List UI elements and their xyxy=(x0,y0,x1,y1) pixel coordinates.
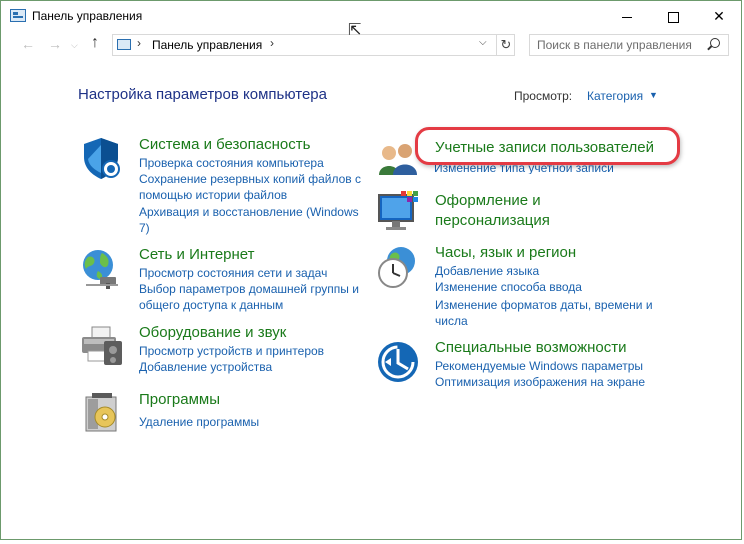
link-optimize-display[interactable]: Оптимизация изображения на экране xyxy=(435,374,645,390)
link-add-language[interactable]: Добавление языка xyxy=(435,263,539,279)
category-clock-language-title[interactable]: Часы, язык и регион xyxy=(435,244,576,261)
category-appearance-title[interactable]: Оформление и персонализация xyxy=(435,191,655,231)
refresh-icon[interactable]: ↻ xyxy=(496,35,515,55)
close-button[interactable]: ✕ xyxy=(696,1,742,31)
maximize-icon xyxy=(667,11,679,23)
address-dropdown-icon[interactable]: ⌵ xyxy=(479,37,487,48)
search-icon[interactable] xyxy=(710,38,720,48)
link-check-computer-status[interactable]: Проверка состояния компьютера xyxy=(139,155,324,171)
ease-of-access-icon[interactable] xyxy=(375,339,421,385)
category-system-security-title[interactable]: Система и безопасность xyxy=(139,136,310,153)
search-placeholder: Поиск в панели управления xyxy=(537,38,692,52)
category-hardware-sound-title[interactable]: Оборудование и звук xyxy=(139,324,286,341)
view-label: Просмотр: xyxy=(514,89,573,103)
link-backup-restore-windows7[interactable]: Архивация и восстановление (Windows 7) xyxy=(139,204,364,236)
view-by-dropdown[interactable]: Категория xyxy=(587,89,643,103)
title-bar[interactable]: Панель управления ✕ xyxy=(1,1,741,31)
category-ease-of-access-title[interactable]: Специальные возможности xyxy=(435,339,627,356)
back-arrow-icon[interactable]: ← xyxy=(21,36,35,52)
address-bar[interactable]: › Панель управления › ⌵ ↻ xyxy=(112,34,515,56)
link-homegroup-sharing[interactable]: Выбор параметров домашней группы и общег… xyxy=(139,281,367,313)
close-icon: ✕ xyxy=(713,8,725,24)
control-panel-window: Панель управления ✕ ← → ⌵ ↑ › Панель упр… xyxy=(0,0,742,540)
search-input[interactable]: Поиск в панели управления xyxy=(529,34,729,56)
printer-hardware-icon[interactable] xyxy=(78,323,124,369)
breadcrumb-separator-icon[interactable]: › xyxy=(270,36,274,50)
minimize-button[interactable] xyxy=(604,1,650,31)
link-uninstall-program[interactable]: Удаление программы xyxy=(139,414,259,430)
breadcrumb-separator-icon[interactable]: › xyxy=(137,36,141,50)
forward-arrow-icon[interactable]: → xyxy=(48,36,62,52)
category-network-internet-title[interactable]: Сеть и Интернет xyxy=(139,246,255,263)
breadcrumb-control-panel[interactable]: Панель управления xyxy=(152,38,262,52)
security-shield-icon[interactable] xyxy=(78,135,124,181)
navigation-bar: ← → ⌵ ↑ › Панель управления › ⌵ ↻ Поиск … xyxy=(1,31,741,59)
view-caret-icon[interactable]: ▼ xyxy=(649,90,658,100)
up-arrow-icon[interactable]: ↑ xyxy=(91,34,99,52)
minimize-icon xyxy=(622,16,632,18)
recent-locations-chevron-icon[interactable]: ⌵ xyxy=(71,40,78,51)
link-devices-printers[interactable]: Просмотр устройств и принтеров xyxy=(139,343,324,359)
appearance-monitor-icon[interactable] xyxy=(375,189,421,235)
clock-globe-icon[interactable] xyxy=(375,245,421,291)
link-file-history-backup[interactable]: Сохранение резервных копий файлов с помо… xyxy=(139,171,364,203)
control-panel-small-icon xyxy=(117,39,131,50)
network-globe-icon[interactable] xyxy=(78,245,124,291)
link-recommended-settings[interactable]: Рекомендуемые Windows параметры xyxy=(435,358,643,374)
control-panel-icon xyxy=(10,9,26,22)
link-add-device[interactable]: Добавление устройства xyxy=(139,359,272,375)
link-change-date-formats[interactable]: Изменение форматов даты, времени и числа xyxy=(435,297,657,329)
category-user-accounts-title[interactable]: Учетные записи пользователей xyxy=(435,139,654,156)
window-title: Панель управления xyxy=(32,9,143,23)
category-programs-title[interactable]: Программы xyxy=(139,391,220,408)
programs-disc-box-icon[interactable] xyxy=(78,389,124,435)
link-network-status[interactable]: Просмотр состояния сети и задач xyxy=(139,265,327,281)
page-title: Настройка параметров компьютера xyxy=(78,86,327,103)
mouse-cursor-icon: ⇱ xyxy=(348,22,362,39)
maximize-button[interactable] xyxy=(650,1,696,31)
link-change-input-method[interactable]: Изменение способа ввода xyxy=(435,279,582,295)
